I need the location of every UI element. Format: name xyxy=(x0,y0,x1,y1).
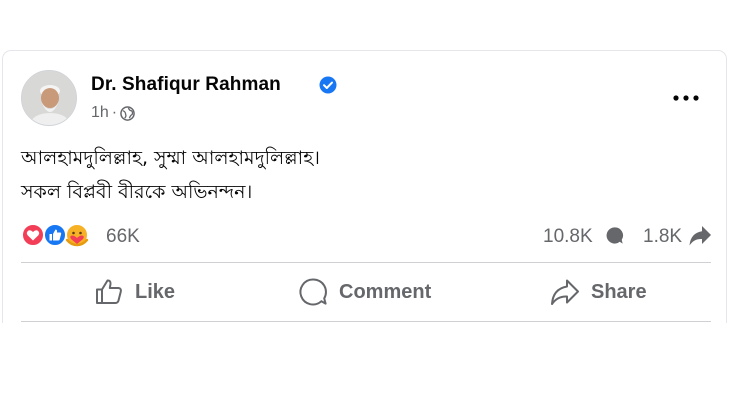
comment-label: Comment xyxy=(339,280,432,303)
divider xyxy=(21,321,711,322)
comment-icon xyxy=(299,278,327,306)
post-text-line: আলহামদুলিল্লাহ, সুম্মা আলহামদুলিল্লাহ। xyxy=(21,147,320,169)
reaction-count[interactable]: 66K xyxy=(106,226,140,248)
more-options-button[interactable] xyxy=(671,88,701,108)
post-meta: 1h · xyxy=(91,104,135,122)
globe-icon[interactable] xyxy=(120,105,135,121)
avatar-photo xyxy=(22,71,76,125)
comment-button[interactable]: Comment xyxy=(297,263,431,321)
post-body: আলহামদুলিল্লাহ, সুম্মা আলহামদুলিল্লাহ। স… xyxy=(21,141,711,209)
share-arrow-icon[interactable] xyxy=(688,225,712,247)
share-count[interactable]: 1.8K xyxy=(643,226,682,248)
reaction-icons-group[interactable] xyxy=(21,223,105,247)
post-actions-bar: Like Comment Share xyxy=(21,263,711,321)
post-time[interactable]: 1h xyxy=(91,104,109,122)
like-reaction-icon xyxy=(43,223,67,247)
like-button[interactable]: Like xyxy=(93,263,175,321)
love-reaction-icon xyxy=(21,223,45,247)
author-name[interactable]: Dr. Shafiqur Rahman xyxy=(91,74,281,96)
meta-separator: · xyxy=(111,104,118,121)
verified-badge-icon xyxy=(319,76,337,94)
share-label: Share xyxy=(591,280,647,303)
care-reaction-icon xyxy=(65,223,89,247)
like-label: Like xyxy=(135,280,176,303)
comment-count[interactable]: 10.8K xyxy=(543,226,593,248)
author-avatar[interactable] xyxy=(21,70,77,126)
post-header: Dr. Shafiqur Rahman 1h · xyxy=(21,70,711,126)
share-icon xyxy=(551,279,579,305)
more-options-icon xyxy=(673,95,699,101)
reaction-summary: 66K 10.8K 1.8K xyxy=(21,219,711,249)
share-button[interactable]: Share xyxy=(549,263,647,321)
comment-bubble-icon[interactable] xyxy=(605,226,624,245)
thumbs-up-icon xyxy=(96,279,122,304)
post-card: Dr. Shafiqur Rahman 1h · আলহামদুলিল্লাহ,… xyxy=(2,50,727,323)
post-text-line: সকল বিপ্লবী বীরকে অভিনন্দন। xyxy=(21,181,253,203)
